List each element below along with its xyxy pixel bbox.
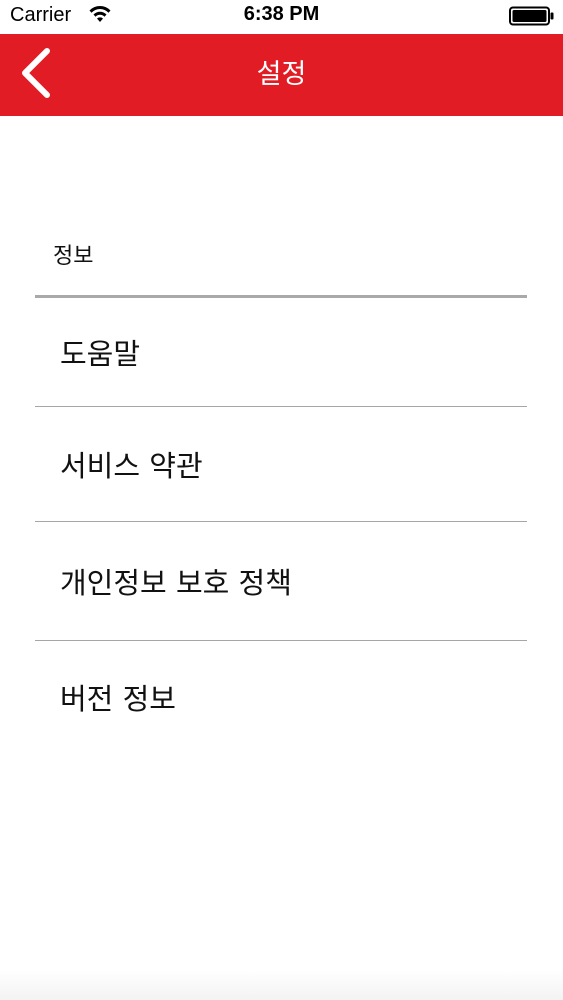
list-item-privacy-policy[interactable]: 개인정보 보호 정책	[35, 522, 527, 641]
list-item-label: 서비스 약관	[60, 449, 203, 483]
settings-screen: Carrier 6:38 PM 설정 정보 도움말 서비스 약관 개인정보 보호…	[0, 0, 563, 1000]
battery-full-icon	[509, 6, 555, 26]
list-item-terms-of-service[interactable]: 서비스 약관	[35, 407, 527, 522]
bottom-fade	[0, 970, 563, 1000]
list-item-label: 개인정보 보호 정책	[60, 566, 292, 600]
page-title: 설정	[256, 59, 307, 90]
status-bar: Carrier 6:38 PM	[0, 0, 563, 34]
chevron-left-icon	[17, 47, 53, 103]
settings-list: 도움말 서비스 약관 개인정보 보호 정책 버전 정보	[35, 298, 527, 753]
list-item-version-info[interactable]: 버전 정보	[35, 641, 527, 753]
list-item-label: 버전 정보	[60, 682, 176, 716]
section-header: 정보	[53, 244, 94, 269]
list-item-help[interactable]: 도움말	[35, 298, 527, 407]
back-button[interactable]	[0, 34, 70, 116]
navigation-bar: 설정	[0, 34, 563, 116]
status-time: 6:38 PM	[243, 3, 320, 25]
list-item-label: 도움말	[60, 337, 141, 371]
